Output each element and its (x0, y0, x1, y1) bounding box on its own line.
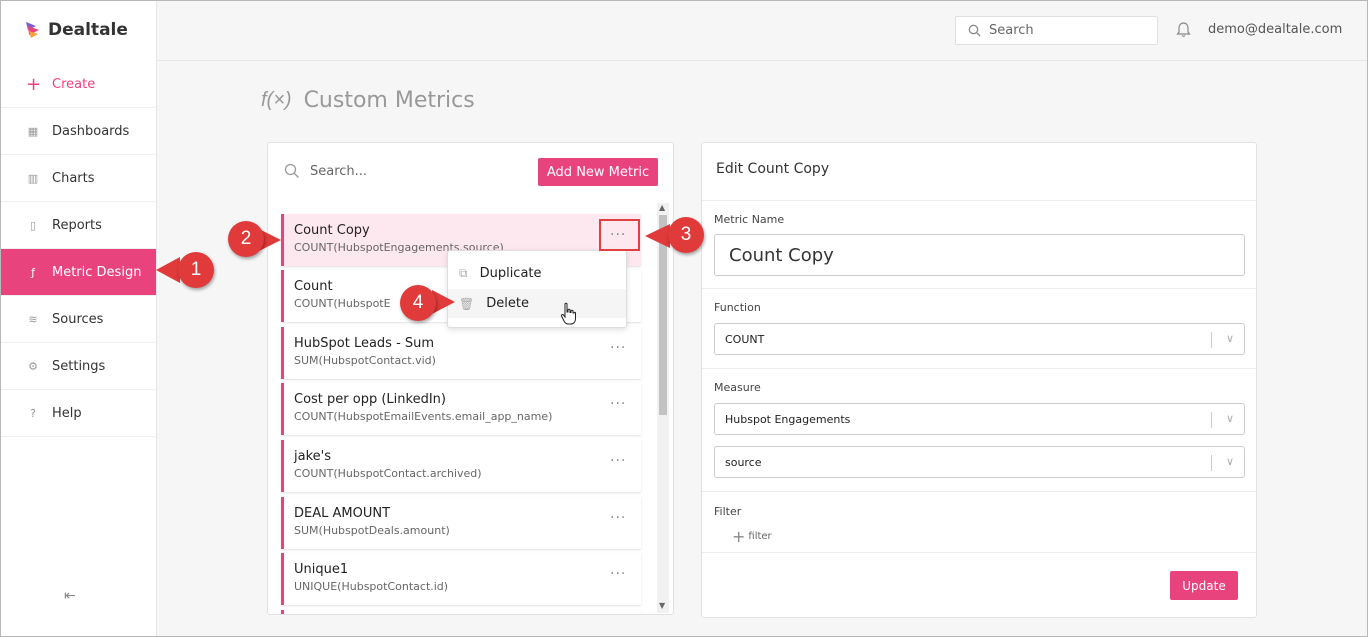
callout-badge-1: 1 (178, 252, 214, 288)
callout-badge-2: 2 (228, 221, 264, 257)
callout-arrow-1 (156, 257, 180, 283)
callout-badge-3: 3 (668, 217, 704, 253)
callout-arrows (156, 224, 670, 314)
callout-arrow-3 (645, 224, 670, 248)
callout-badge-4: 4 (400, 285, 436, 321)
